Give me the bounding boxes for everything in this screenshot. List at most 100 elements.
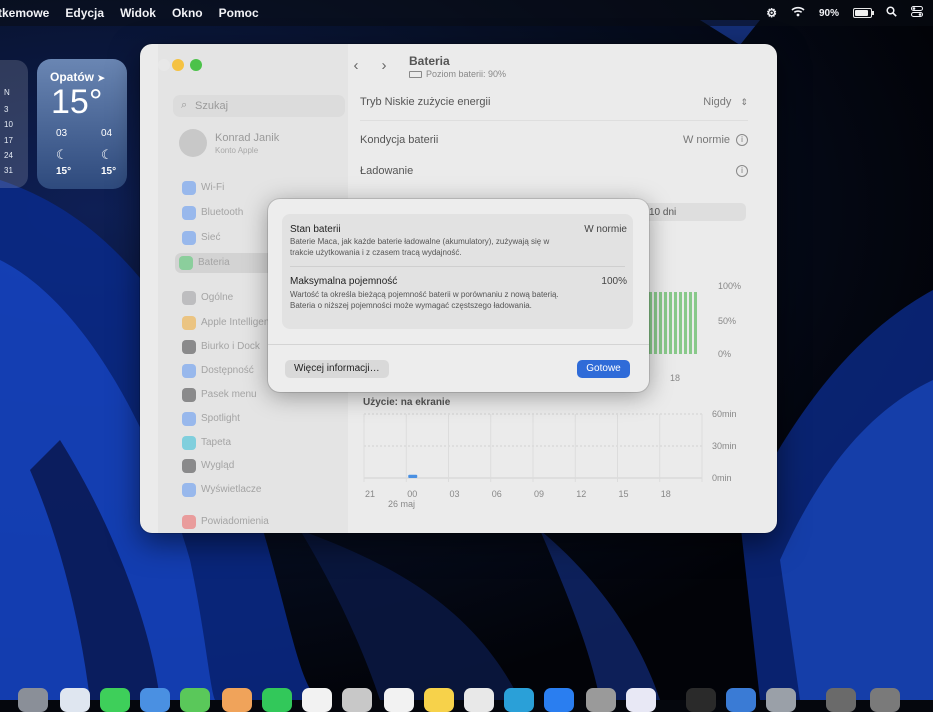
sidebar-item-label: Sieć: [201, 232, 221, 243]
finder-icon[interactable]: [18, 688, 48, 712]
moon-cloud-icon: ☾: [101, 147, 113, 162]
sidebar-item-label: Tapeta: [201, 437, 232, 448]
x-tick-label: 09: [534, 489, 544, 499]
minimize-button[interactable]: [172, 59, 184, 71]
battery-condition-value: W normie: [584, 224, 627, 235]
xcode-icon[interactable]: [726, 688, 756, 712]
y-tick: 50%: [718, 316, 737, 326]
trash-icon[interactable]: [870, 688, 900, 712]
y-tick-label: 30min: [712, 441, 737, 451]
facetime-icon[interactable]: [262, 688, 292, 712]
battery-percent[interactable]: 90%: [819, 8, 839, 19]
done-button[interactable]: Gotowe: [577, 360, 630, 378]
menu-app[interactable]: tkemowe: [0, 6, 49, 20]
info-icon[interactable]: i: [736, 134, 748, 147]
system-settings-icon[interactable]: [586, 688, 616, 712]
bell-icon: [182, 515, 196, 529]
x-tick-label: 15: [618, 489, 628, 499]
menubar-icon: [182, 388, 196, 402]
forecast-hour: 03: [56, 128, 68, 139]
activity-monitor-icon[interactable]: [686, 688, 716, 712]
low-power-select[interactable]: Nigdy ⇕: [703, 96, 748, 108]
sidebar-item-spotlight[interactable]: Spotlight: [178, 409, 348, 429]
y-tick: 0%: [718, 349, 732, 359]
battery-health-dialog: Stan baterii W normie Baterie Maca, jak …: [268, 199, 649, 392]
sidebar-item-powiadomienia[interactable]: Powiadomienia: [178, 512, 348, 532]
notes-icon[interactable]: [424, 688, 454, 712]
divider: [360, 120, 748, 121]
max-capacity-value: 100%: [601, 276, 627, 287]
contacts-icon[interactable]: [342, 688, 372, 712]
display-icon: [182, 483, 196, 497]
account-subtitle: Konto Apple: [215, 146, 259, 155]
gear-icon[interactable]: ⚙: [766, 6, 777, 20]
menu-edit[interactable]: Edycja: [65, 6, 104, 20]
utility-icon[interactable]: [766, 688, 796, 712]
freeform-icon[interactable]: [464, 688, 494, 712]
gear-icon: [182, 291, 196, 305]
x-tick-label: 06: [492, 489, 502, 499]
usage-bar: [408, 474, 418, 478]
downloads-icon[interactable]: [826, 688, 856, 712]
wifi-icon: [182, 181, 196, 195]
safari-icon[interactable]: [60, 688, 90, 712]
search-field[interactable]: ⌕ Szukaj: [173, 95, 345, 117]
page-subtitle: Poziom baterii: 90%: [409, 69, 506, 79]
weather-widget[interactable]: Opatów ➤ 15° 03 04 ☾ ☾ 15° 15°: [37, 59, 127, 189]
sidebar-item-label: Wi-Fi: [201, 182, 225, 193]
sidebar-item-label: Pasek menu: [201, 389, 257, 400]
sidebar-item-label: Powiadomienia: [201, 516, 269, 527]
launchpad-icon[interactable]: [626, 688, 656, 712]
calendar-widget[interactable]: N 3 10 17 24 31: [0, 60, 28, 188]
location-arrow-icon: ➤: [97, 73, 105, 83]
bluetooth-icon: [182, 206, 196, 220]
battery-health-row: Kondycja baterii W normie i: [360, 134, 748, 147]
control-center-icon[interactable]: [911, 6, 923, 20]
forecast-hour: 04: [101, 128, 113, 139]
calendar-day: N: [4, 88, 10, 97]
menu-window[interactable]: Okno: [172, 6, 203, 20]
sidebar-item-wygląd[interactable]: Wygląd: [178, 456, 348, 476]
range-segment[interactable]: 10 dni: [640, 203, 746, 221]
sidebar-item-label: Biurko i Dock: [201, 341, 260, 352]
menu-view[interactable]: Widok: [120, 6, 156, 20]
battery-icon[interactable]: [853, 8, 874, 18]
range-10-days[interactable]: 10 dni: [649, 207, 676, 218]
sidebar-item-wi-fi[interactable]: Wi-Fi: [178, 178, 348, 198]
back-button[interactable]: ‹: [344, 54, 368, 78]
globe-icon: [182, 231, 196, 245]
app-store-icon[interactable]: [544, 688, 574, 712]
sidebar-item-label: Ogólne: [201, 292, 234, 303]
messages-icon[interactable]: [100, 688, 130, 712]
reminders-icon[interactable]: [384, 688, 414, 712]
forward-button[interactable]: ›: [372, 54, 396, 78]
mail-icon[interactable]: [140, 688, 170, 712]
charging-label: Ładowanie: [360, 165, 414, 177]
search-icon[interactable]: [886, 6, 897, 20]
menu-help[interactable]: Pomoc: [219, 6, 259, 20]
info-icon[interactable]: i: [736, 165, 748, 178]
search-placeholder: Szukaj: [195, 100, 229, 112]
menu-bar: tkemowe Edycja Widok Okno Pomoc ⚙ 90%: [0, 0, 933, 26]
calendar-icon[interactable]: [302, 688, 332, 712]
wifi-icon[interactable]: [791, 6, 805, 20]
x-tick-label: 12: [576, 489, 586, 499]
y-tick: 100%: [718, 281, 742, 291]
spotlight-icon: [182, 412, 196, 426]
photos-icon[interactable]: [222, 688, 252, 712]
sidebar-item-wyświetlacze[interactable]: Wyświetlacze: [178, 480, 348, 500]
zoom-button[interactable]: [190, 59, 202, 71]
battery-icon: [409, 71, 422, 79]
keynote-icon[interactable]: [504, 688, 534, 712]
sidebar-item-tapeta[interactable]: Tapeta: [178, 433, 348, 453]
calendar-day: 24: [4, 151, 13, 160]
divider: [268, 344, 649, 345]
close-button[interactable]: [158, 59, 170, 71]
calendar-day: 17: [4, 136, 13, 145]
x-tick-label: 21: [365, 489, 375, 499]
more-info-button[interactable]: Więcej informacji…: [285, 360, 389, 378]
weather-city: Opatów ➤: [50, 70, 105, 84]
dialog-info-panel: Stan baterii W normie Baterie Maca, jak …: [282, 214, 633, 329]
battery-condition-desc: Baterie Maca, jak każde baterie ładowaln…: [290, 237, 550, 257]
maps-icon[interactable]: [180, 688, 210, 712]
